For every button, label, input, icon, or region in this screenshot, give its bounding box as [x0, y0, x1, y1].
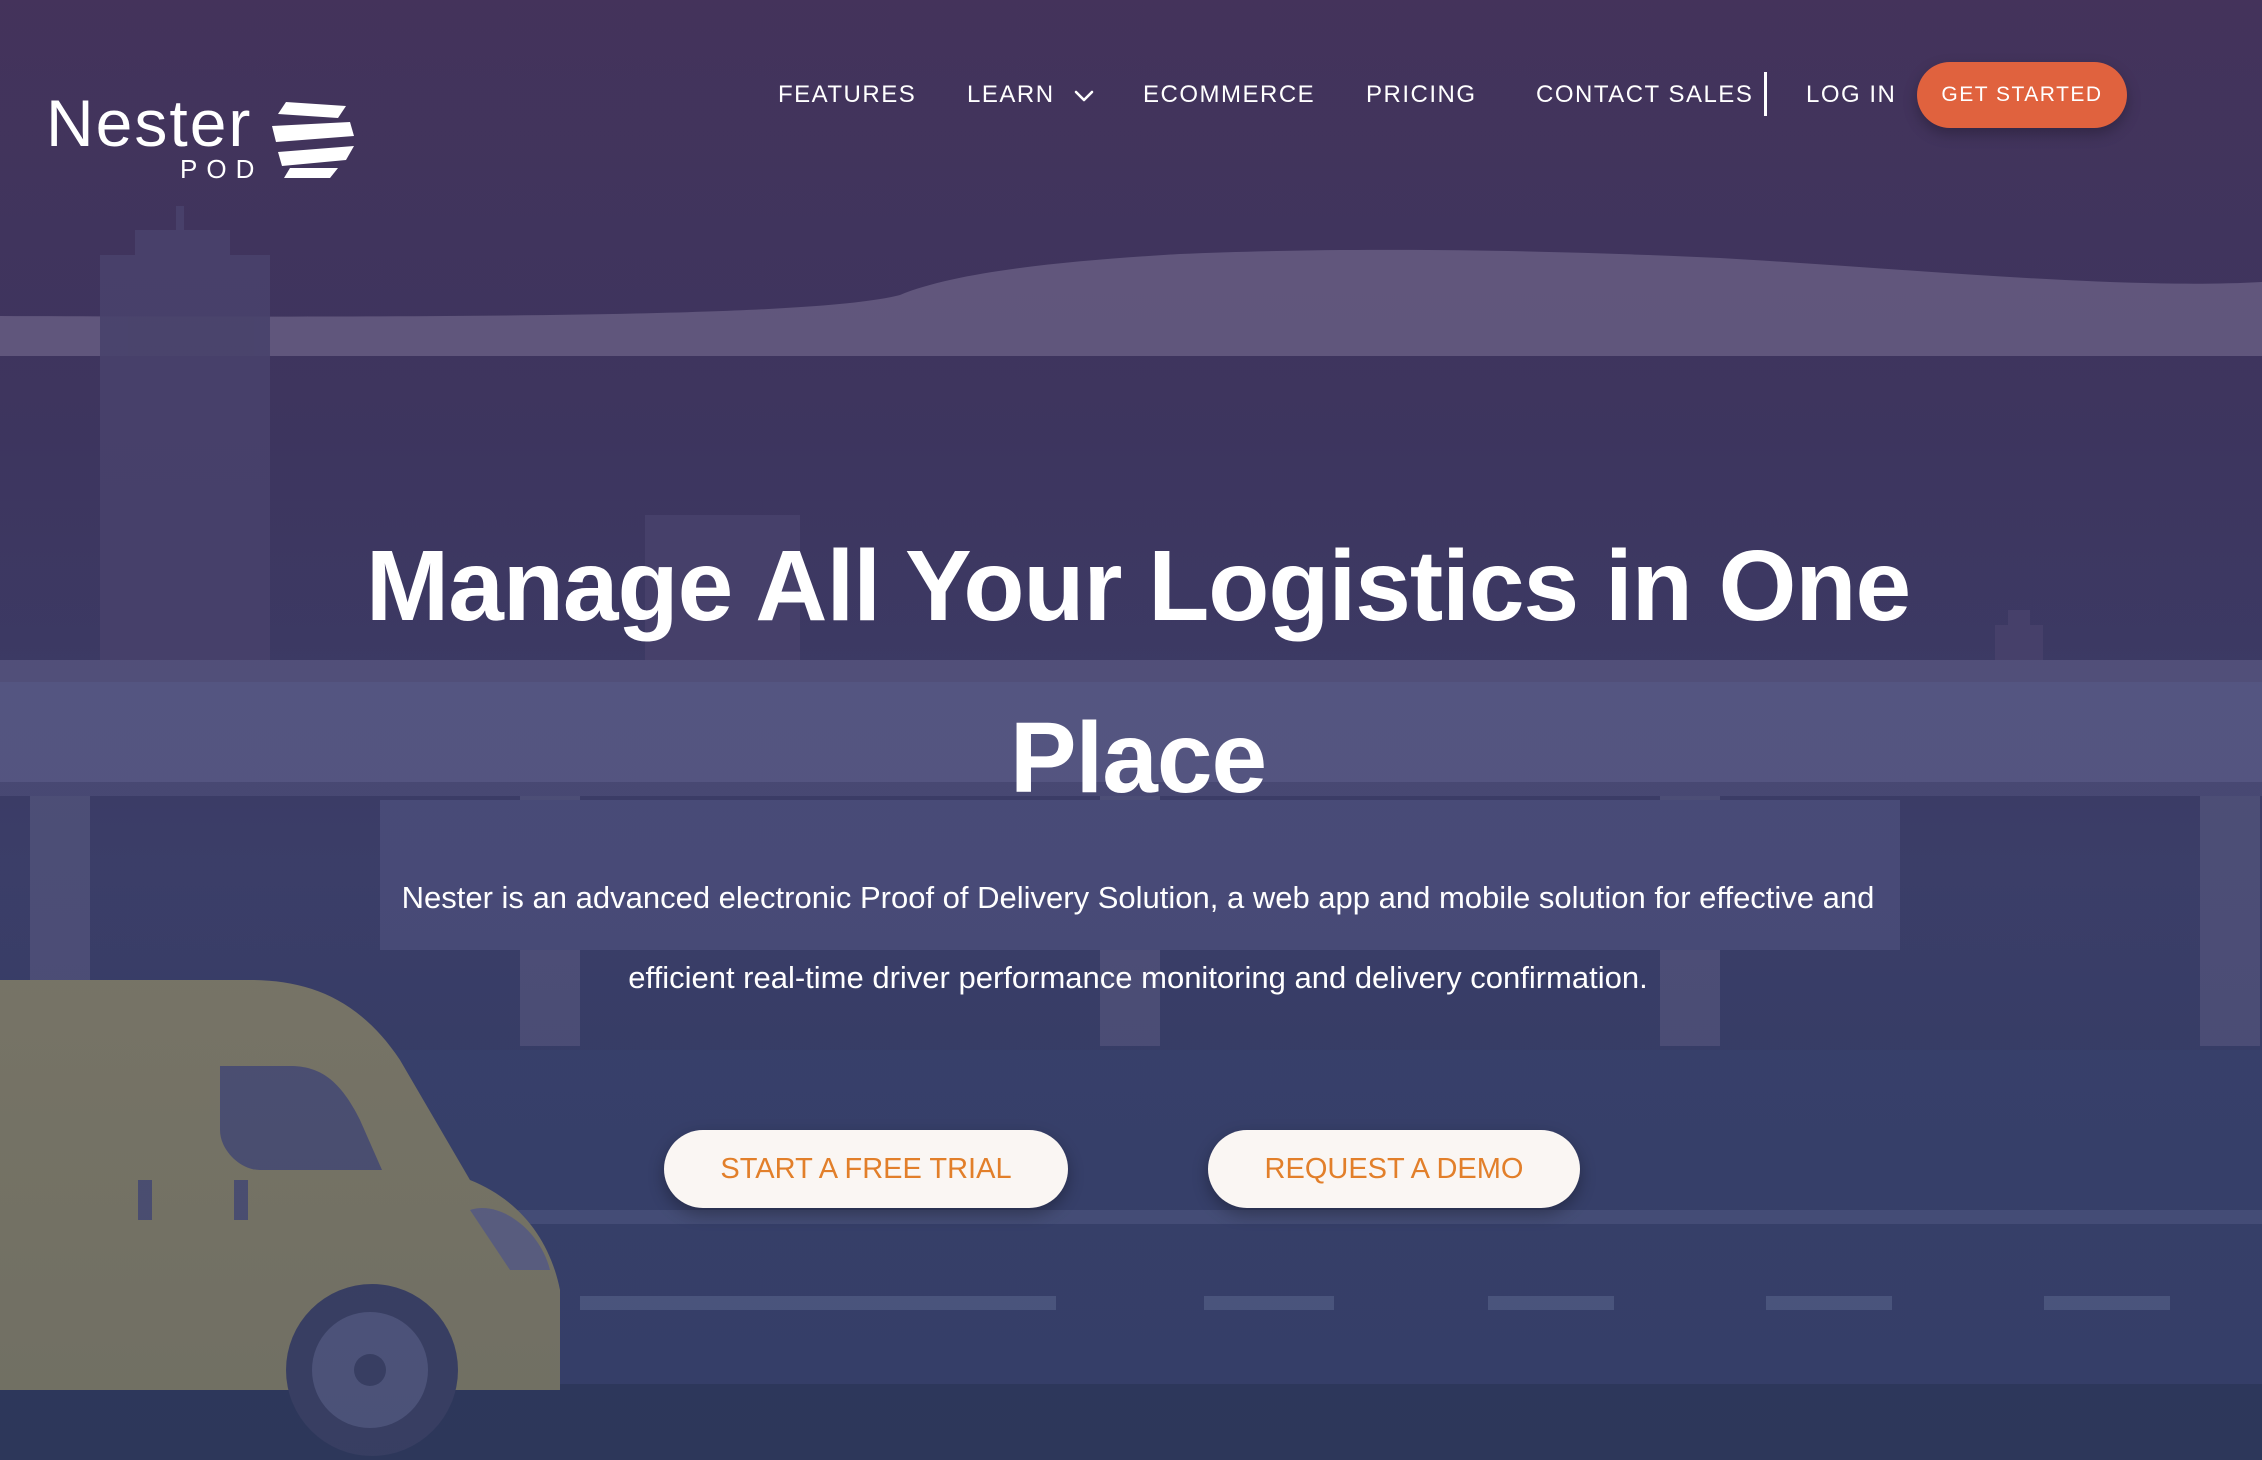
nav-learn-dropdown[interactable]: LEARN — [967, 62, 1095, 128]
get-started-button[interactable]: GET STARTED — [1917, 62, 2127, 128]
nav-log-in-link[interactable]: LOG IN — [1806, 62, 1896, 128]
nav-pricing-link[interactable]: PRICING — [1366, 62, 1477, 128]
chevron-down-icon — [1074, 90, 1094, 101]
nav-learn-label: LEARN — [967, 81, 1055, 108]
hero-description: Nester is an advanced electronic Proof o… — [401, 880, 1875, 995]
nav-contact-sales-link[interactable]: CONTACT SALES — [1536, 62, 1753, 128]
start-free-trial-button[interactable]: START A FREE TRIAL — [664, 1130, 1068, 1208]
nav-divider — [1764, 72, 1767, 116]
hero-title: Manage All Your Logistics in One Place — [365, 530, 1911, 814]
nav-ecommerce-link[interactable]: ECOMMERCE — [1143, 62, 1315, 128]
main-navigation: FEATURES LEARN ECOMMERCE PRICING CONTACT… — [0, 62, 2262, 128]
nav-features-link[interactable]: FEATURES — [778, 62, 916, 128]
request-demo-button[interactable]: REQUEST A DEMO — [1208, 1130, 1580, 1208]
logo-subtitle: POD — [180, 154, 264, 184]
